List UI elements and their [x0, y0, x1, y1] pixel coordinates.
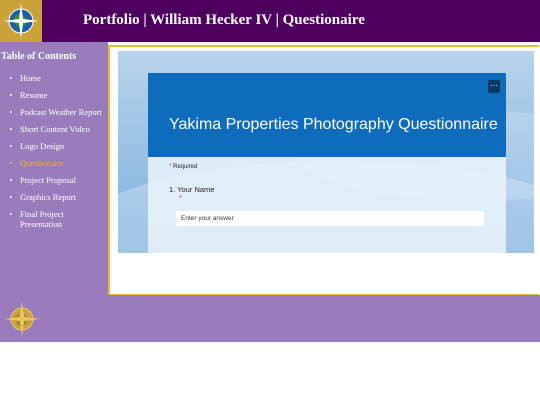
form-title: Yakima Properties Photography Questionna…	[169, 116, 498, 133]
required-label: Required	[173, 164, 198, 170]
required-asterisk: *	[179, 195, 182, 202]
more-options-button[interactable]: ···	[488, 80, 500, 93]
globe-compass-icon[interactable]	[0, 0, 42, 42]
sidebar-item-questionaire[interactable]: Questionaire	[0, 158, 102, 168]
required-note: * Required	[169, 164, 197, 170]
main-content: ··· Yakima Properties Photography Questi…	[108, 45, 539, 296]
sidebar-item-resume[interactable]: Resume	[0, 90, 102, 100]
embedded-form: ··· Yakima Properties Photography Questi…	[118, 51, 534, 253]
sidebar-item-podcast-weather-report[interactable]: Podcast Weather Report	[0, 107, 102, 117]
sidebar-item-short-content-video[interactable]: Short Content Video	[0, 124, 102, 134]
toc-title: Table of Contents	[1, 51, 77, 62]
page-title: Portfolio | William Hecker IV | Question…	[83, 12, 365, 28]
sidebar-item-logo-design[interactable]: Logo Design	[0, 141, 102, 151]
form-body: * Required 1. Your Name *	[148, 157, 506, 253]
name-answer-input[interactable]	[176, 211, 484, 226]
site-header: Portfolio | William Hecker IV | Question…	[0, 0, 540, 42]
question-label: 1. Your Name	[169, 185, 215, 194]
sidebar-item-project-proposal[interactable]: Project Proposal	[0, 175, 102, 185]
form-header: ··· Yakima Properties Photography Questi…	[148, 73, 506, 157]
toc-list: Home Resume Podcast Weather Report Short…	[0, 73, 108, 236]
sidebar-item-final-project-presentation[interactable]: Final Project Presentation	[0, 209, 102, 229]
site-footer	[0, 295, 540, 342]
sidebar-item-graphics-report[interactable]: Graphics Report	[0, 192, 102, 202]
required-asterisk: *	[169, 164, 172, 170]
sidebar-item-home[interactable]: Home	[0, 73, 102, 83]
sidebar: Table of Contents Home Resume Podcast We…	[0, 42, 108, 295]
globe-compass-icon	[4, 301, 40, 337]
